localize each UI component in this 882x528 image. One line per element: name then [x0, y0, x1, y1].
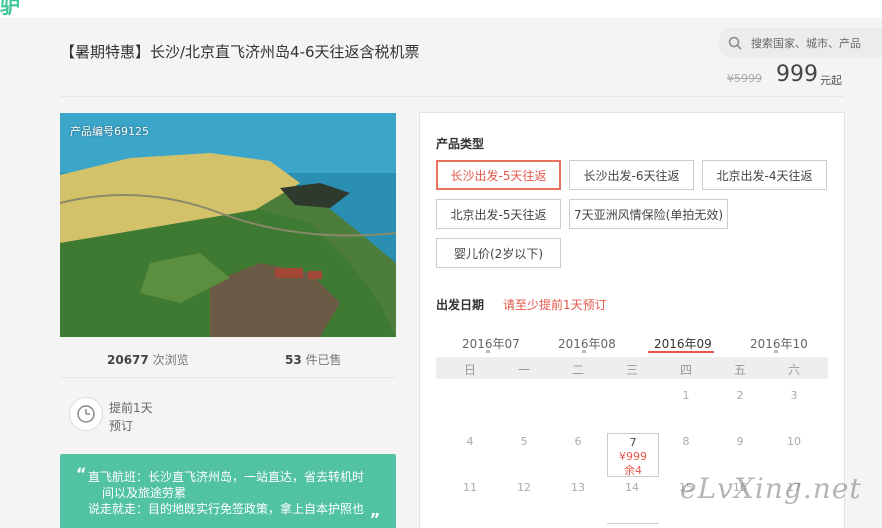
promo-box: “ 直飞航班：长沙直飞济州岛，一站直达，省去转机时 间以及旅途劳累 说走就走：目… — [60, 454, 396, 528]
sold-label: 件已售 — [305, 353, 342, 367]
active-month-indicator — [648, 351, 714, 353]
original-price: ¥5999 — [727, 72, 762, 85]
calendar-day[interactable]: 3 — [784, 389, 804, 402]
calendar-day[interactable]: 5 — [514, 435, 534, 448]
calendar-day[interactable]: 9 — [730, 435, 750, 448]
promo-line3: 说走就走：目的地既实行免签政策，拿上自本护照也 — [88, 502, 365, 516]
calendar-day[interactable]: 12 — [514, 481, 534, 494]
calendar-day[interactable]: 2 — [730, 389, 750, 402]
promo-line1: 直飞航班：长沙直飞济州岛，一站直达，省去转机时 — [88, 470, 365, 484]
day-number: 7 — [629, 436, 637, 449]
product-code: 产品编号69125 — [70, 125, 149, 138]
views-count: 20677 — [107, 353, 149, 367]
weekday: 六 — [787, 363, 800, 377]
booking-panel: 产品类型 长沙出发-5天往返 长沙出发-6天往返 北京出发-4天往返 北京出发-… — [419, 112, 845, 528]
top-bar: 驴 — [0, 0, 882, 18]
month-tab-active[interactable]: 2016年09 — [654, 335, 712, 352]
month-marker — [486, 350, 490, 353]
search-box[interactable]: 搜索国家、城市、产品 — [718, 28, 882, 58]
product-title: 【暑期特惠】长沙/北京直飞济州岛4-6天往返含税机票 — [60, 43, 420, 61]
calendar-day[interactable]: 6 — [568, 435, 588, 448]
month-marker — [582, 350, 586, 353]
product-photo[interactable] — [60, 113, 396, 337]
product-type-label: 产品类型 — [436, 137, 485, 151]
coast-image — [60, 113, 396, 337]
views-label: 次浏览 — [152, 353, 189, 367]
site-logo[interactable]: 驴 — [0, 0, 40, 18]
advance-booking-line1: 提前1天 — [109, 401, 153, 415]
calendar-day[interactable]: 13 — [568, 481, 588, 494]
divider — [60, 377, 396, 378]
calendar-day-available[interactable]: 7 ¥999 余4 — [607, 433, 659, 477]
month-tab[interactable]: 2016年10 — [750, 335, 808, 352]
divider — [60, 96, 844, 97]
quote-close: „ — [370, 501, 381, 520]
quote-open: “ — [76, 464, 87, 483]
option-infant[interactable]: 婴儿价(2岁以下) — [436, 238, 561, 268]
calendar-day[interactable]: 11 — [460, 481, 480, 494]
current-price: 999 — [776, 62, 818, 87]
watermark: eLvXing.net — [680, 472, 862, 505]
option-beijing-4d[interactable]: 北京出发-4天往返 — [702, 160, 827, 190]
date-hint: 请至少提前1天预订 — [503, 298, 607, 312]
views-stat: 20677 次浏览 — [107, 351, 189, 368]
day-remaining: 余4 — [624, 464, 642, 477]
clock-icon — [69, 397, 103, 431]
weekday: 日 — [463, 363, 476, 377]
weekday: 三 — [625, 363, 638, 377]
sold-count: 53 — [285, 353, 302, 367]
promo-line2: 间以及旅途劳累 — [102, 486, 187, 500]
search-icon[interactable] — [728, 36, 742, 50]
option-beijing-5d[interactable]: 北京出发-5天往返 — [436, 199, 561, 229]
calendar-day[interactable]: 4 — [460, 435, 480, 448]
price-suffix: 元起 — [820, 74, 842, 87]
month-tab[interactable]: 2016年08 — [558, 335, 616, 352]
weekday: 一 — [517, 363, 530, 377]
advance-booking-line2: 预订 — [109, 419, 134, 433]
calendar-day[interactable]: 8 — [676, 435, 696, 448]
weekday: 四 — [679, 363, 692, 377]
calendar-day[interactable]: 14 — [622, 481, 642, 494]
month-tab[interactable]: 2016年07 — [462, 335, 520, 352]
calendar-day[interactable]: 10 — [784, 435, 804, 448]
departure-date-label: 出发日期 — [436, 298, 485, 312]
calendar-day[interactable]: 1 — [676, 389, 696, 402]
month-marker — [774, 350, 778, 353]
weekday: 五 — [733, 363, 746, 377]
weekday: 二 — [571, 363, 584, 377]
sold-stat: 53 件已售 — [285, 351, 342, 368]
search-input[interactable]: 搜索国家、城市、产品 — [751, 35, 861, 51]
option-insurance[interactable]: 7天亚洲风情保险(单拍无效) — [569, 199, 728, 229]
calendar-cell-edge — [607, 523, 659, 528]
option-changsha-5d[interactable]: 长沙出发-5天往返 — [436, 160, 561, 190]
option-changsha-6d[interactable]: 长沙出发-6天往返 — [569, 160, 694, 190]
